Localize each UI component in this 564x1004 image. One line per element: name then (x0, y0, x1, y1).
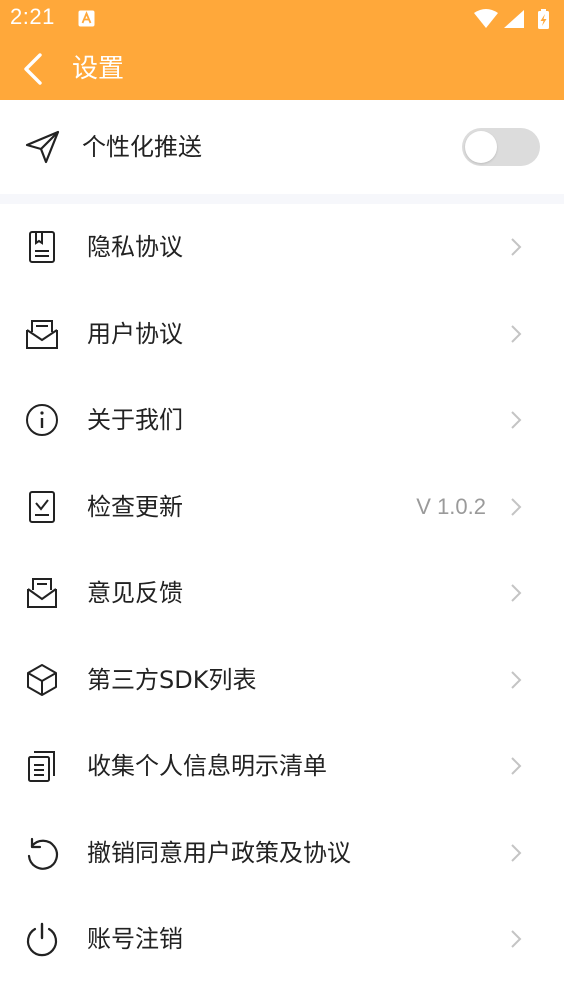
menu-item-third-party-sdk[interactable]: 第三方SDK列表 (0, 637, 564, 724)
chevron-right-icon (506, 237, 526, 257)
info-icon (24, 402, 60, 438)
undo-icon (24, 835, 60, 871)
a-letter-icon (78, 10, 95, 27)
menu-item-label: 第三方SDK列表 (87, 665, 257, 694)
menu-item-label: 隐私协议 (87, 233, 183, 261)
battery-charging-icon (538, 9, 549, 29)
menu-item-account-cancellation[interactable]: 账号注销 (0, 896, 564, 983)
menu-item-label: 意见反馈 (87, 579, 183, 607)
page-title: 设置 (72, 54, 125, 84)
menu-item-feedback[interactable]: 意见反馈 (0, 550, 564, 637)
chevron-right-icon (506, 324, 526, 344)
push-toggle[interactable] (462, 128, 540, 166)
menu-item-check-update[interactable]: 检查更新 V 1.0.2 (0, 464, 564, 551)
menu-item-about-us[interactable]: 关于我们 (0, 377, 564, 464)
status-bar: 2:21 (0, 0, 564, 38)
send-icon (24, 128, 62, 166)
mail-open-icon (24, 316, 60, 352)
menu-item-label: 检查更新 (87, 492, 183, 521)
chevron-right-icon (506, 756, 526, 776)
toggle-knob (465, 131, 497, 163)
cube-icon (24, 662, 60, 698)
menu-item-label: 关于我们 (87, 406, 183, 434)
chevron-right-icon (506, 583, 526, 603)
menu-item-revoke-consent[interactable]: 撤销同意用户政策及协议 (0, 810, 564, 897)
app-bar: 设置 (0, 38, 564, 100)
wifi-icon (474, 9, 498, 28)
signal-icon (504, 10, 524, 28)
push-setting-label: 个性化推送 (82, 133, 202, 161)
menu-item-label: 撤销同意用户政策及协议 (87, 838, 351, 867)
feedback-icon (24, 575, 60, 611)
document-icon (24, 229, 60, 265)
menu-item-personal-info-list[interactable]: 收集个人信息明示清单 (0, 723, 564, 810)
status-icons (474, 8, 552, 30)
chevron-right-icon (506, 497, 526, 517)
back-button[interactable] (14, 50, 52, 88)
update-check-icon (24, 489, 60, 525)
menu-item-label: 用户协议 (87, 319, 183, 348)
menu-item-label: 账号注销 (87, 925, 183, 953)
version-value: V 1.0.2 (416, 493, 486, 519)
menu-item-label: 收集个人信息明示清单 (87, 752, 327, 780)
chevron-left-icon (22, 53, 44, 85)
settings-list: 隐私协议 用户协议 关于我们 检查更新 V 1.0.2 意见反馈 第三方SDK列… (0, 204, 564, 983)
copy-list-icon (24, 748, 60, 784)
menu-item-user-agreement[interactable]: 用户协议 (0, 291, 564, 378)
chevron-right-icon (506, 410, 526, 430)
menu-item-privacy-policy[interactable]: 隐私协议 (0, 204, 564, 291)
section-divider (0, 194, 564, 204)
power-icon (24, 921, 60, 957)
status-time: 2:21 (10, 4, 55, 29)
chevron-right-icon (506, 670, 526, 690)
chevron-right-icon (506, 929, 526, 949)
chevron-right-icon (506, 843, 526, 863)
